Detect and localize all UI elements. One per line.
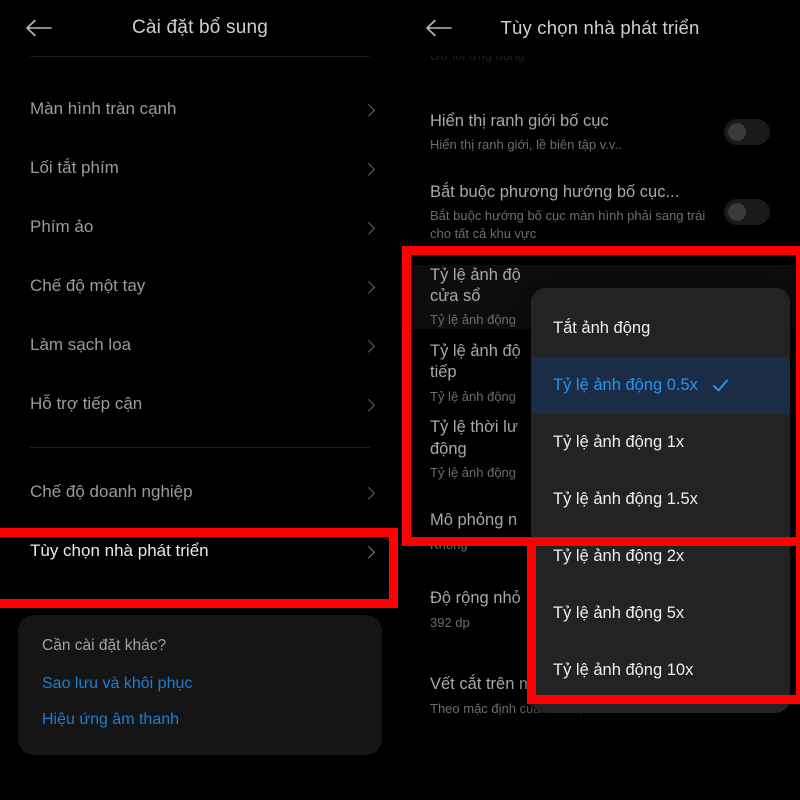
dropdown-option-animation-2x[interactable]: Tỷ lệ ảnh động 2x <box>531 528 790 585</box>
list-item-label: Phím ảo <box>30 216 94 236</box>
dropdown-option-animation-0-5x[interactable]: Tỷ lệ ảnh động 0.5x <box>531 357 790 414</box>
list-item-label: Hỗ trợ tiếp cận <box>30 393 143 413</box>
right-page-title: Tùy chọn nhà phát triển <box>500 17 700 38</box>
chevron-right-icon <box>362 103 376 117</box>
chevron-right-icon <box>362 221 376 235</box>
chevron-right-icon <box>362 339 376 353</box>
arrow-left-icon[interactable] <box>426 18 452 38</box>
list-item-show-layout-bounds[interactable]: Hiển thị ranh giới bố cục Hiển thị ranh … <box>400 104 800 160</box>
dropdown-option-label: Tỷ lệ ảnh động 1x <box>553 433 685 451</box>
left-page-title: Cài đặt bổ sung <box>131 17 269 38</box>
list-item[interactable]: Phím ảo <box>0 197 400 256</box>
chevron-right-icon <box>362 162 376 176</box>
toggle-knob <box>728 123 746 141</box>
list-item-label: Chế độ một tay <box>30 275 146 295</box>
right-appbar: Tùy chọn nhà phát triển <box>400 0 800 56</box>
list-item-label: Làm sạch loa <box>30 334 132 354</box>
list-item-label: Lối tắt phím <box>30 157 119 177</box>
list-item[interactable]: Chế độ doanh nghiệp <box>0 462 400 521</box>
list-item-label: Màn hình tràn cạnh <box>30 98 177 118</box>
toggle-knob <box>728 203 746 222</box>
dropdown-option-animation-10x[interactable]: Tỷ lệ ảnh động 10x <box>531 642 790 699</box>
additional-settings-panel: Cài đặt bổ sung Màn hình tràn cạnh Lối t… <box>0 0 400 800</box>
dropdown-option-label: Tắt ảnh động <box>553 319 651 337</box>
chevron-right-icon <box>362 398 376 412</box>
list-item-subtitle: Gỡ lỗi ứng dụng <box>430 56 760 65</box>
chevron-right-icon <box>362 280 376 294</box>
animation-scale-dropdown[interactable]: Tắt ảnh động Tỷ lệ ảnh động 0.5x Tỷ lệ ả… <box>531 288 790 713</box>
card-title: Cần cài đặt khác? <box>42 637 167 654</box>
developer-options-panel: Tùy chọn nhà phát triển Gỡ lỗi ứng dụng … <box>400 0 800 800</box>
other-settings-card: Cần cài đặt khác? Sao lưu và khôi phục H… <box>18 615 382 755</box>
list-item-subtitle: Bắt buộc hướng bố cục màn hình phải sang… <box>430 208 706 241</box>
link-sound-effects[interactable]: Hiệu ứng âm thanh <box>42 711 358 729</box>
dropdown-option-label: Tỷ lệ ảnh động 10x <box>553 661 694 679</box>
chevron-right-icon <box>362 486 376 500</box>
list-item-label: Chế độ doanh nghiệp <box>30 481 193 501</box>
dropdown-option-label: Tỷ lệ ảnh động 2x <box>553 547 685 565</box>
left-appbar: Cài đặt bổ sung <box>0 0 400 56</box>
list-item[interactable]: Làm sạch loa <box>0 315 400 374</box>
list-item-label: Tùy chọn nhà phát triển <box>30 540 209 560</box>
dropdown-option-animation-1x[interactable]: Tỷ lệ ảnh động 1x <box>531 414 790 471</box>
chevron-right-icon <box>362 545 376 559</box>
list-item[interactable]: Màn hình tràn cạnh <box>0 79 400 138</box>
arrow-left-icon[interactable] <box>26 18 52 38</box>
list-item-clipped[interactable]: Gỡ lỗi ứng dụng <box>400 56 800 74</box>
toggle-switch-force-rtl[interactable] <box>724 199 770 226</box>
screenshot-root: Cài đặt bổ sung Màn hình tràn cạnh Lối t… <box>0 0 800 800</box>
list-item-text: Gỡ lỗi ứng dụng <box>430 56 770 65</box>
list-item-text: Bắt buộc phương hướng bố cục... Bắt buộc… <box>430 182 724 243</box>
list-group-divider <box>30 447 370 448</box>
dropdown-option-animation-5x[interactable]: Tỷ lệ ảnh động 5x <box>531 585 790 642</box>
check-icon <box>712 377 729 394</box>
dropdown-option-label: Tỷ lệ ảnh động 5x <box>553 604 685 622</box>
list-item[interactable]: Chế độ một tay <box>0 256 400 315</box>
list-item-title: Bắt buộc phương hướng bố cục... <box>430 183 680 201</box>
list-item-title: Tỷ lệ ảnh độ <box>430 265 521 284</box>
toggle-switch-layout-bounds[interactable] <box>724 119 770 145</box>
dropdown-option-animation-off[interactable]: Tắt ảnh động <box>531 300 790 357</box>
list-item-force-rtl[interactable]: Bắt buộc phương hướng bố cục... Bắt buộc… <box>400 182 800 243</box>
list-item-text: Hiển thị ranh giới bố cục Hiển thị ranh … <box>430 111 724 154</box>
dropdown-option-label: Tỷ lệ ảnh động 0.5x <box>553 376 698 394</box>
list-item-subtitle: Hiển thị ranh giới, lề biên tập v.v.. <box>430 136 622 152</box>
list-item[interactable]: Lối tắt phím <box>0 138 400 197</box>
dropdown-option-animation-1-5x[interactable]: Tỷ lệ ảnh động 1.5x <box>531 471 790 528</box>
list-item[interactable]: Hỗ trợ tiếp cận <box>0 374 400 433</box>
list-item-title: Hiển thị ranh giới bố cục <box>430 111 609 130</box>
sidebar-item-developer-options[interactable]: Tùy chọn nhà phát triển <box>0 521 400 580</box>
link-backup-restore[interactable]: Sao lưu và khôi phục <box>42 675 358 693</box>
dropdown-option-label: Tỷ lệ ảnh động 1.5x <box>553 490 698 508</box>
settings-list: Màn hình tràn cạnh Lối tắt phím Phím ảo … <box>0 57 400 580</box>
